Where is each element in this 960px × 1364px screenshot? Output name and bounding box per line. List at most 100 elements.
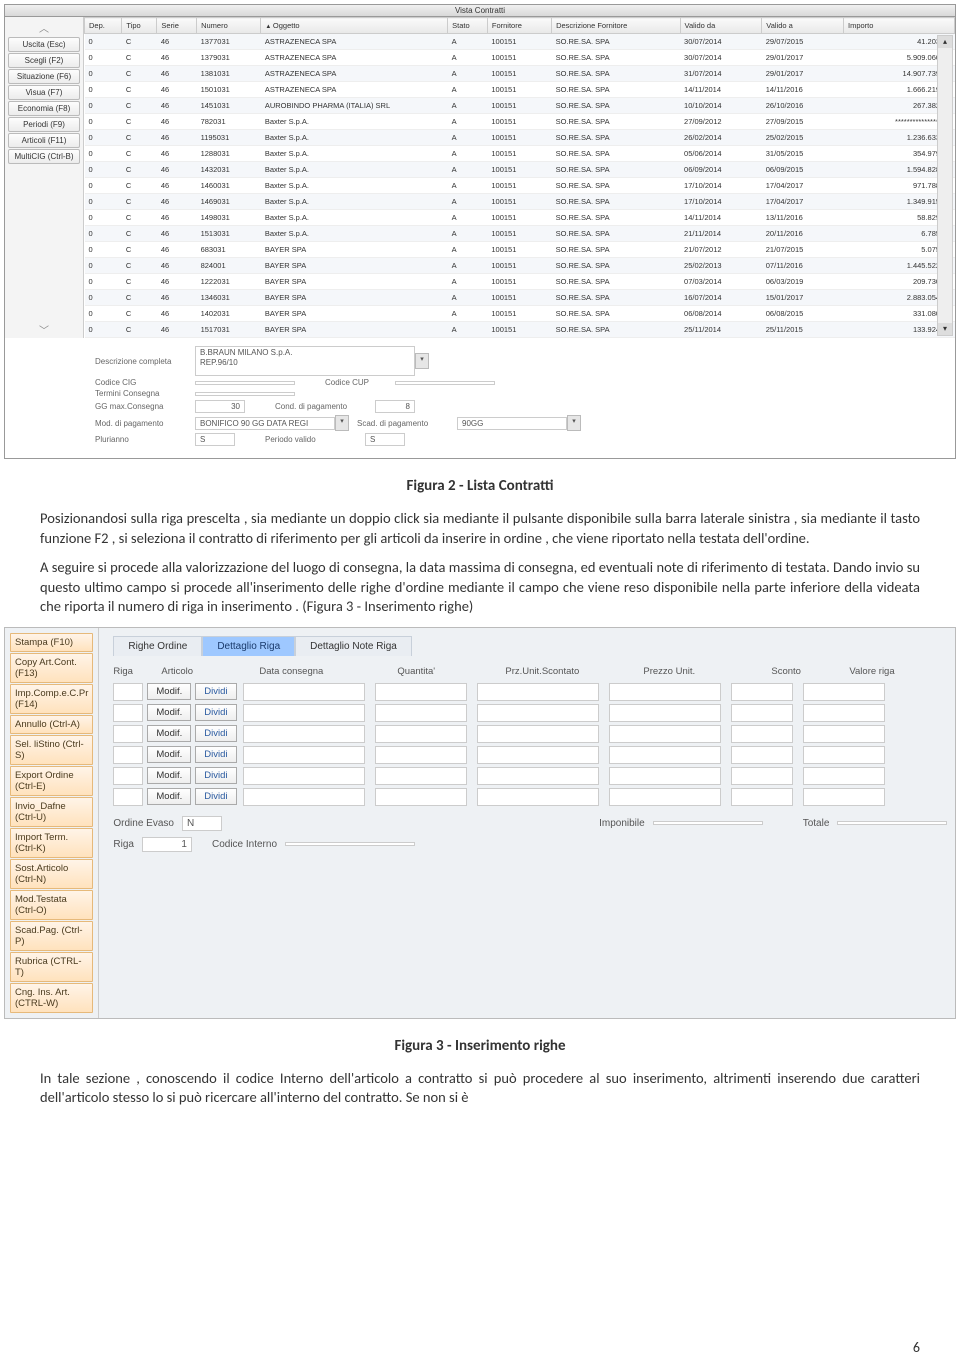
sidebar-button[interactable]: Rubrica (CTRL-T) xyxy=(10,952,93,982)
line-input[interactable] xyxy=(243,788,365,806)
per-field[interactable]: S xyxy=(365,433,405,446)
cup-field[interactable] xyxy=(395,381,495,385)
sidebar-button[interactable]: Scad.Pag. (Ctrl-P) xyxy=(10,921,93,951)
table-row[interactable]: 0C461379031ASTRAZENECA SPAA100151SO.RE.S… xyxy=(85,50,955,66)
column-header[interactable]: Tipo xyxy=(122,18,157,34)
line-input[interactable] xyxy=(477,767,599,785)
ordine-evaso-field[interactable]: N xyxy=(182,816,222,831)
mod-field[interactable]: BONIFICO 90 GG DATA REGI xyxy=(195,417,335,430)
sidebar-button[interactable]: Uscita (Esc) xyxy=(8,37,80,52)
pluri-field[interactable]: S xyxy=(195,433,235,446)
codice-interno-field[interactable] xyxy=(285,842,415,846)
line-input[interactable] xyxy=(803,788,885,806)
sidebar-button[interactable]: MultiCIG (Ctrl-B) xyxy=(8,149,80,164)
riga-input[interactable] xyxy=(113,704,143,722)
column-header[interactable]: Fornitore xyxy=(487,18,551,34)
riga-input[interactable] xyxy=(113,767,143,785)
dividi-button[interactable]: Dividi xyxy=(195,746,236,763)
table-row[interactable]: 0C461460031Baxter S.p.A.A100151SO.RE.SA.… xyxy=(85,178,955,194)
sidebar-button[interactable]: Economia (F8) xyxy=(8,101,80,116)
sidebar-button[interactable]: Export Ordine (Ctrl-E) xyxy=(10,766,93,796)
line-input[interactable] xyxy=(243,746,365,764)
sidebar-button[interactable]: Annullo (Ctrl-A) xyxy=(10,715,93,734)
column-header[interactable]: Stato xyxy=(448,18,488,34)
sidebar-button[interactable]: Visua (F7) xyxy=(8,85,80,100)
table-row[interactable]: 0C46782031Baxter S.p.A.A100151SO.RE.SA. … xyxy=(85,114,955,130)
line-input[interactable] xyxy=(375,683,467,701)
line-input[interactable] xyxy=(477,788,599,806)
sidebar-button[interactable]: Sost.Articolo (Ctrl-N) xyxy=(10,859,93,889)
imponibile-field[interactable] xyxy=(653,821,763,825)
dividi-button[interactable]: Dividi xyxy=(195,767,236,784)
scroll-up-icon[interactable]: ▴ xyxy=(938,36,952,48)
sidebar-button[interactable]: Sel. liStino (Ctrl-S) xyxy=(10,735,93,765)
dividi-button[interactable]: Dividi xyxy=(195,725,236,742)
sidebar-button[interactable]: Copy Art.Cont. (F13) xyxy=(10,653,93,683)
line-input[interactable] xyxy=(803,767,885,785)
scroll-down-icon[interactable]: ﹀ xyxy=(5,321,83,338)
dropdown-icon[interactable]: ▾ xyxy=(335,415,349,431)
column-header[interactable]: Valido da xyxy=(680,18,762,34)
line-input[interactable] xyxy=(731,683,793,701)
riga-field[interactable]: 1 xyxy=(142,837,192,852)
sidebar-button[interactable]: Mod.Testata (Ctrl-O) xyxy=(10,890,93,920)
tab[interactable]: Dettaglio Riga xyxy=(202,636,295,656)
table-row[interactable]: 0C461469031Baxter S.p.A.A100151SO.RE.SA.… xyxy=(85,194,955,210)
sidebar-button[interactable]: Invio_Dafne (Ctrl-U) xyxy=(10,797,93,827)
scroll-down-icon[interactable]: ▾ xyxy=(938,323,952,335)
line-input[interactable] xyxy=(803,725,885,743)
line-input[interactable] xyxy=(803,704,885,722)
line-input[interactable] xyxy=(375,767,467,785)
column-header[interactable]: Oggetto xyxy=(261,18,448,34)
modif-button[interactable]: Modif. xyxy=(147,788,191,805)
modif-button[interactable]: Modif. xyxy=(147,704,191,721)
line-input[interactable] xyxy=(477,704,599,722)
table-row[interactable]: 0C461195031Baxter S.p.A.A100151SO.RE.SA.… xyxy=(85,130,955,146)
column-header[interactable]: Serie xyxy=(157,18,197,34)
line-input[interactable] xyxy=(731,788,793,806)
table-row[interactable]: 0C461377031ASTRAZENECA SPAA100151SO.RE.S… xyxy=(85,34,955,50)
table-row[interactable]: 0C461402031BAYER SPAA100151SO.RE.SA. SPA… xyxy=(85,306,955,322)
modif-button[interactable]: Modif. xyxy=(147,725,191,742)
line-input[interactable] xyxy=(375,704,467,722)
line-input[interactable] xyxy=(731,767,793,785)
line-input[interactable] xyxy=(609,725,721,743)
line-input[interactable] xyxy=(609,704,721,722)
cond-field[interactable]: 8 xyxy=(375,400,415,413)
riga-input[interactable] xyxy=(113,683,143,701)
column-header[interactable]: Importo xyxy=(844,18,955,34)
sidebar-button[interactable]: Import Term. (Ctrl-K) xyxy=(10,828,93,858)
modif-button[interactable]: Modif. xyxy=(147,767,191,784)
totale-field[interactable] xyxy=(837,821,947,825)
tab[interactable]: Dettaglio Note Riga xyxy=(295,636,412,656)
column-header[interactable]: Dep. xyxy=(85,18,122,34)
column-header[interactable]: Valido a xyxy=(762,18,844,34)
riga-input[interactable] xyxy=(113,788,143,806)
column-header[interactable]: Descrizione Fornitore xyxy=(552,18,680,34)
line-input[interactable] xyxy=(609,788,721,806)
line-input[interactable] xyxy=(243,704,365,722)
modif-button[interactable]: Modif. xyxy=(147,746,191,763)
dropdown-icon[interactable]: ▾ xyxy=(415,353,429,369)
line-input[interactable] xyxy=(477,725,599,743)
sidebar-button[interactable]: Cng. Ins. Art. (CTRL-W) xyxy=(10,983,93,1013)
scad-field[interactable]: 90GG xyxy=(457,417,567,430)
dividi-button[interactable]: Dividi xyxy=(195,704,236,721)
table-row[interactable]: 0C461501031ASTRAZENECA SPAA100151SO.RE.S… xyxy=(85,82,955,98)
table-row[interactable]: 0C461498031Baxter S.p.A.A100151SO.RE.SA.… xyxy=(85,210,955,226)
table-row[interactable]: 0C461222031BAYER SPAA100151SO.RE.SA. SPA… xyxy=(85,274,955,290)
table-row[interactable]: 0C461288031Baxter S.p.A.A100151SO.RE.SA.… xyxy=(85,146,955,162)
table-row[interactable]: 0C461381031ASTRAZENECA SPAA100151SO.RE.S… xyxy=(85,66,955,82)
line-input[interactable] xyxy=(609,767,721,785)
line-input[interactable] xyxy=(803,683,885,701)
table-row[interactable]: 0C461346031BAYER SPAA100151SO.RE.SA. SPA… xyxy=(85,290,955,306)
table-row[interactable]: 0C46683031BAYER SPAA100151SO.RE.SA. SPA2… xyxy=(85,242,955,258)
line-input[interactable] xyxy=(375,788,467,806)
modif-button[interactable]: Modif. xyxy=(147,683,191,700)
line-input[interactable] xyxy=(803,746,885,764)
desc-value[interactable]: B.BRAUN MILANO S.p.A. REP.96/10 xyxy=(195,346,415,376)
table-row[interactable]: 0C461517031BAYER SPAA100151SO.RE.SA. SPA… xyxy=(85,322,955,338)
scrollbar[interactable]: ▴ ▾ xyxy=(937,35,953,336)
line-input[interactable] xyxy=(243,683,365,701)
line-input[interactable] xyxy=(243,725,365,743)
